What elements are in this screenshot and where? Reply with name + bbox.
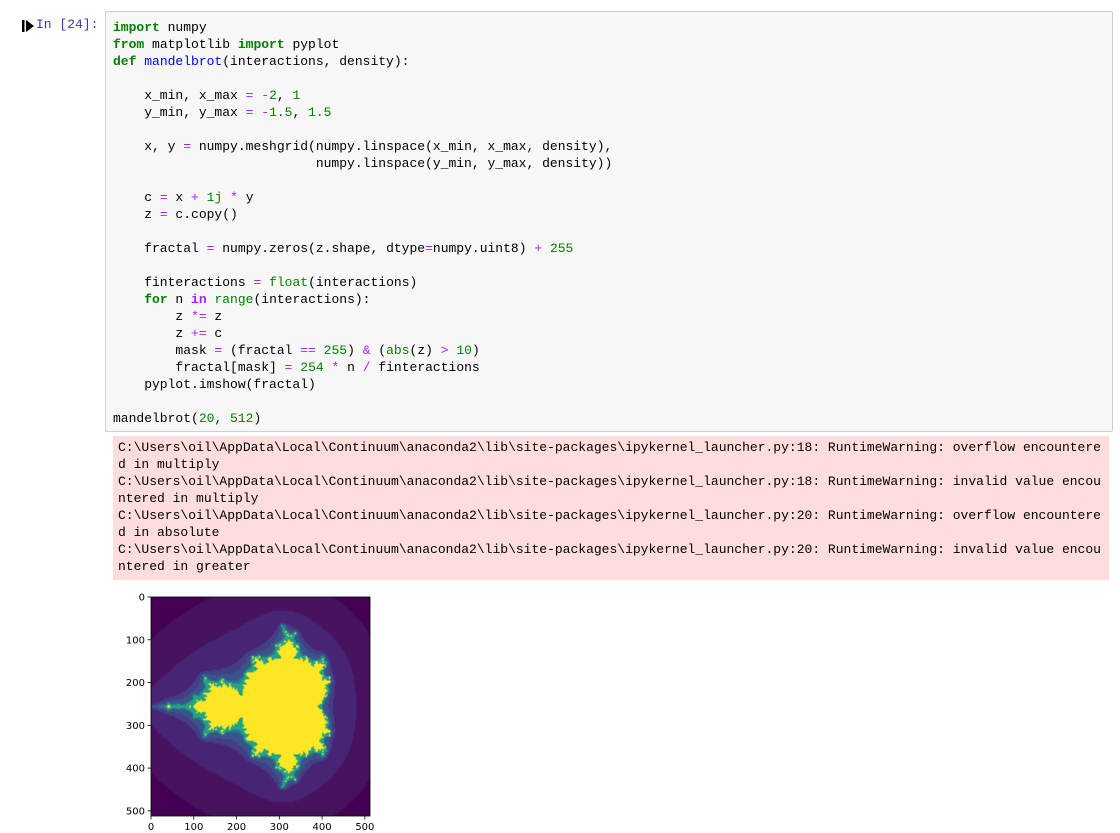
code-line: finteractions = float(interactions) [113,275,418,290]
code-line: x, y = numpy.meshgrid(numpy.linspace(x_m… [113,139,613,154]
fractal-raster [151,597,370,816]
code-line: from matplotlib import pyplot [113,37,340,52]
stderr-output: C:\Users\oil\AppData\Local\Continuum\ana… [113,436,1109,580]
code-line: def mandelbrot(interactions, density): [113,54,410,69]
mandelbrot-plot: 0 100 200 300 400 5000100200300400500 [126,593,375,833]
code-line: mandelbrot(20, 512) [113,411,262,426]
input-prompt: In [24]: [36,17,99,32]
code-line: z += c [113,326,223,341]
y-tick-label: 100 [126,635,145,646]
fractal-image [151,597,370,816]
code-line: c = x + 1j * y [113,190,254,205]
y-tick-label: 500 [126,806,145,817]
code-line: y_min, y_max = -1.5, 1.5 [113,105,332,120]
stderr-text: C:\Users\oil\AppData\Local\Continuum\ana… [118,440,1101,574]
notebook-page: In [24]: import numpy from matplotlib im… [0,0,1120,833]
run-cell-icon[interactable] [22,19,34,33]
code-line: z = c.copy() [113,207,238,222]
x-tick-label: 200 [227,822,246,833]
code-line: fractal = numpy.zeros(z.shape, dtype=num… [113,241,574,256]
y-tick-label: 200 [126,678,145,689]
code-line: for n in range(interactions): [144,292,371,307]
y-tick-label: 400 [126,764,145,775]
code-line: pyplot.imshow(fractal) [113,377,316,392]
code-line: z *= z [113,309,223,324]
x-tick-label: 500 [355,822,374,833]
x-tick-label: 300 [270,822,289,833]
code-cell-input[interactable]: import numpy from matplotlib import pypl… [105,11,1113,432]
x-tick-label: 0 [148,822,154,833]
code-editor[interactable]: import numpy from matplotlib import pypl… [113,19,612,427]
y-tick-label: 0 [139,593,145,604]
code-line: x_min, x_max = -2, 1 [113,88,301,103]
code-line: numpy.linspace(y_min, y_max, density)) [113,156,613,171]
code-line: mask = (fractal == 255) & (abs(z) > 10) [113,343,480,358]
code-line: fractal[mask] = 254 * n / finteractions [113,360,480,375]
code-line: import numpy [113,20,207,35]
y-tick-label: 300 [126,721,145,732]
x-tick-label: 400 [313,822,332,833]
x-tick-label: 100 [184,822,203,833]
